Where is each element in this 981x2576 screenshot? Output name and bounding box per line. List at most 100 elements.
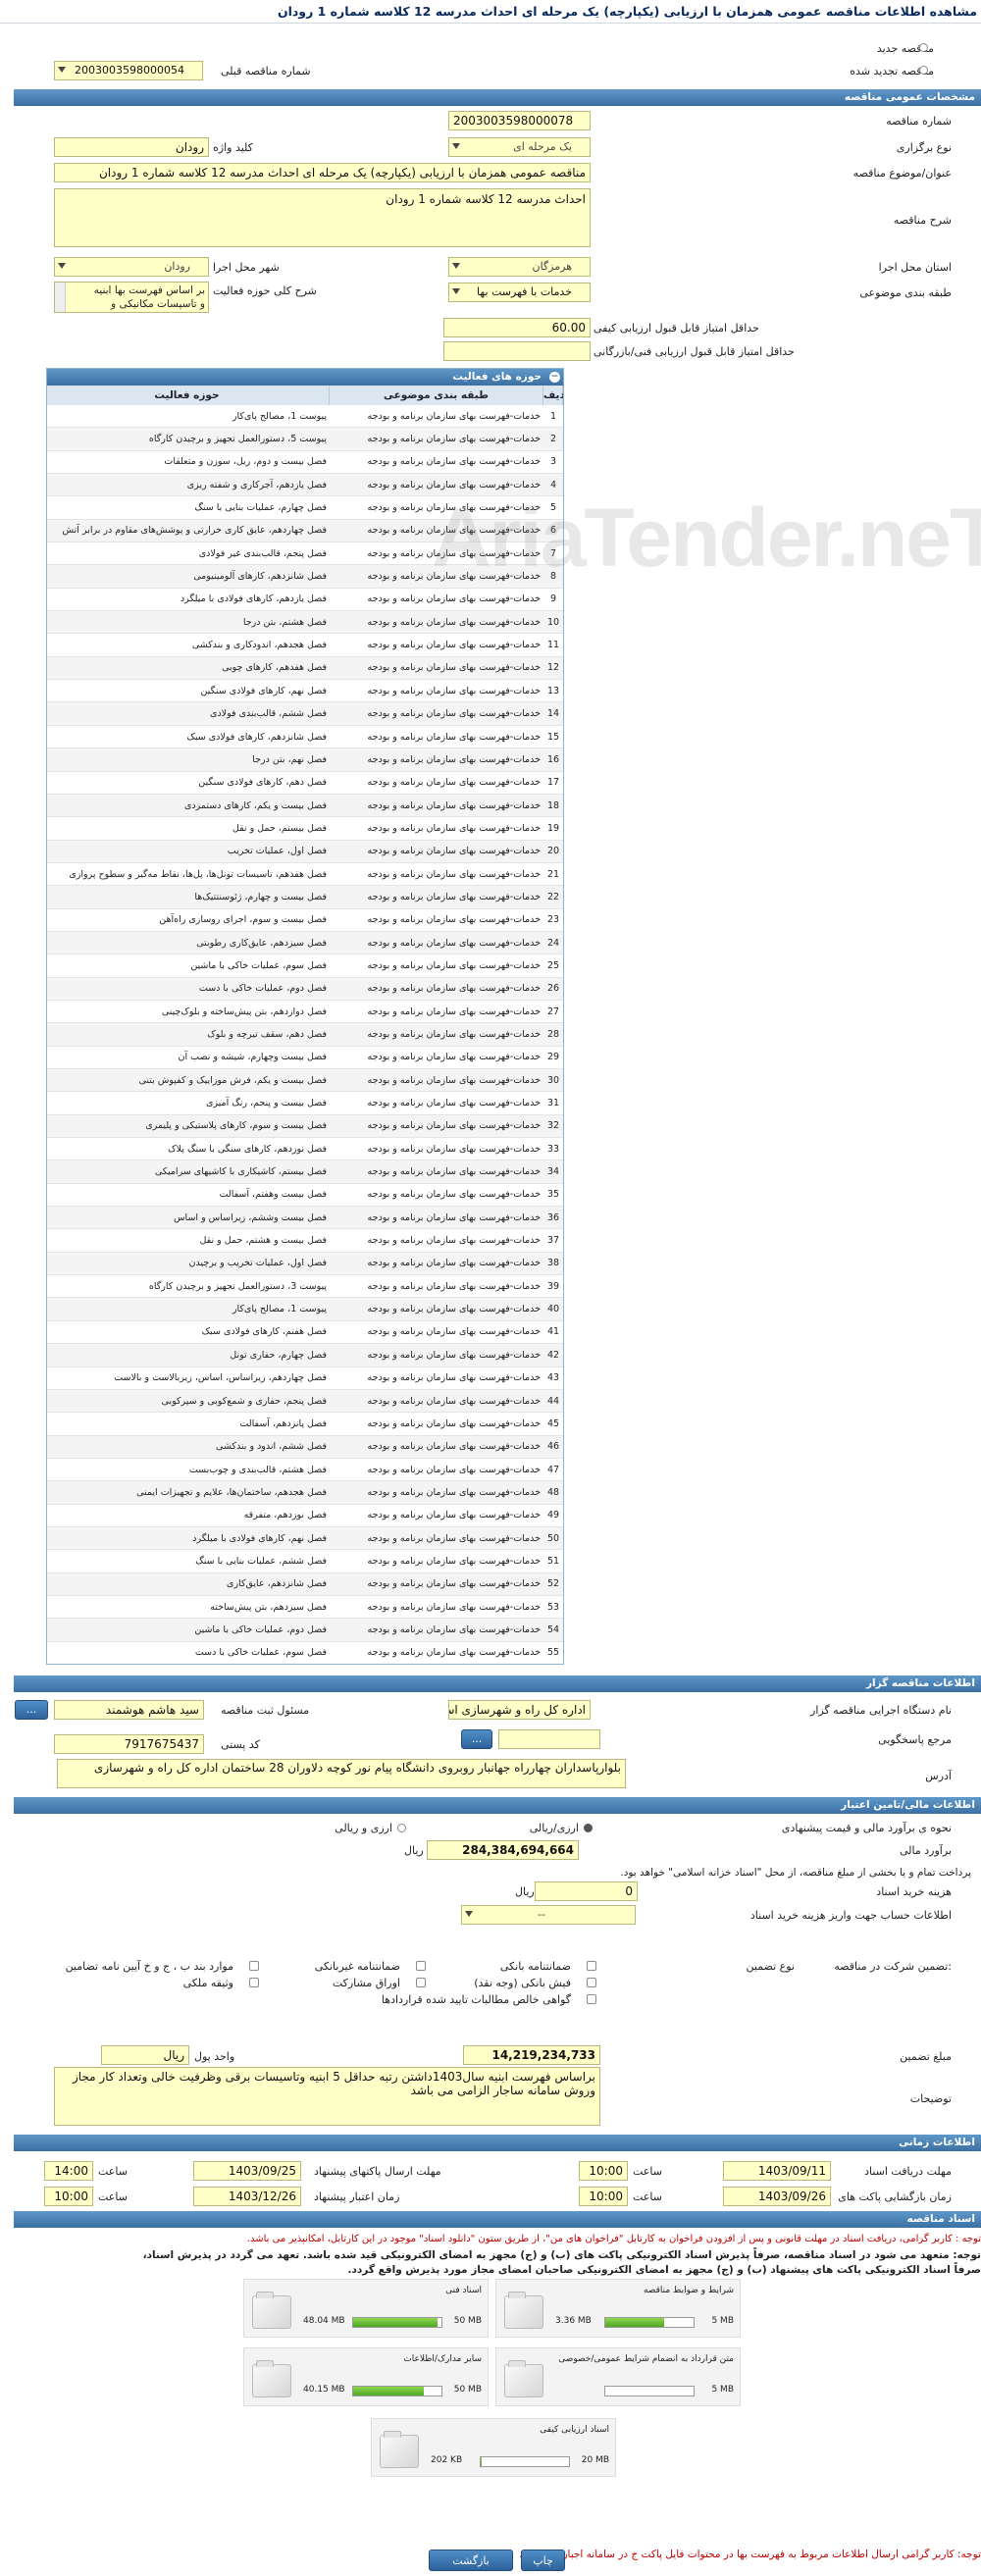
province-select[interactable]: هرمزگان	[448, 257, 591, 277]
table-row: 18 خدمات-فهرست بهای سازمان برنامه و بودجه…	[47, 794, 563, 818]
g-receivable-check[interactable]	[587, 1994, 596, 2004]
ref-field[interactable]	[498, 1729, 600, 1749]
row-number: 40	[546, 1304, 560, 1315]
more-button[interactable]: ...	[15, 1700, 48, 1720]
amount-field[interactable]: 14,219,234,733	[463, 2045, 600, 2065]
city-select[interactable]: رودان	[54, 257, 209, 277]
scope-listbox[interactable]: بر اساس فهرست بها ابنیه و تاسیسات مکانیک…	[54, 282, 209, 313]
scope-scrollbar[interactable]	[55, 283, 66, 312]
prev-tender-select[interactable]: 2003003598000054	[54, 61, 203, 80]
receive-time[interactable]: 10:00	[579, 2161, 628, 2181]
document-name: سایر مدارک/اطلاعات	[403, 2354, 482, 2364]
valid-date[interactable]: 1403/12/26	[193, 2187, 301, 2206]
g-cheque-label: فیش بانکی (وجه نقد)	[474, 1977, 571, 1989]
table-row: 2 خدمات-فهرست بهای سازمان برنامه و بودجه پ…	[47, 428, 563, 451]
keyword-field[interactable]: رودان	[54, 137, 209, 157]
document-file-card[interactable]: شرایط و ضوابط مناقصه 5 MB 3.36 MB	[495, 2279, 741, 2338]
table-row: 36 خدمات-فهرست بهای سازمان برنامه و بودجه…	[47, 1207, 563, 1230]
table-row: 39 خدمات-فهرست بهای سازمان برنامه و بودجه…	[47, 1275, 563, 1299]
row-classification: خدمات-فهرست بهای سازمان برنامه و بودجه	[367, 822, 541, 834]
section-documents: اسناد مناقصه	[14, 2211, 981, 2228]
table-row: 29 خدمات-فهرست بهای سازمان برنامه و بودجه…	[47, 1047, 563, 1070]
min-score-field[interactable]: 60.00	[443, 318, 591, 337]
receive-date[interactable]: 1403/09/11	[723, 2161, 831, 2181]
row-classification: خدمات-فهرست بهای سازمان برنامه و بودجه	[367, 1304, 541, 1315]
table-row: 55 خدمات-فهرست بهای سازمان برنامه و بودجه…	[47, 1642, 563, 1664]
row-number: 55	[546, 1647, 560, 1659]
row-activity-field: فصل پنجم، قالب‌بندی غیر فولادی	[198, 547, 327, 559]
print-button[interactable]: چاپ	[521, 2550, 565, 2571]
fin-desc-field[interactable]: براساس فهرست ابنیه سال1403داشتن رتبه حدا…	[54, 2067, 600, 2126]
opt-fx-radio[interactable]	[397, 1824, 406, 1832]
account-select[interactable]: --	[461, 1905, 636, 1925]
row-number: 9	[549, 593, 557, 605]
submit-date[interactable]: 1403/09/25	[193, 2161, 301, 2181]
row-activity-field: فصل نوزدهم، کارهای سنگی با سنگ پلاک	[168, 1143, 327, 1155]
collapse-icon[interactable]: −	[549, 372, 560, 383]
back-button[interactable]: بازگشت	[429, 2550, 513, 2571]
row-number: 43	[546, 1372, 560, 1384]
g-cheque-check[interactable]	[587, 1978, 596, 1987]
row-activity-field: فصل نهم، کارهای فولادی با میلگرد	[192, 1532, 327, 1544]
row-classification: خدمات-فهرست بهای سازمان برنامه و بودجه	[367, 616, 541, 628]
tender-no-field[interactable]: 2003003598000078	[448, 111, 591, 130]
row-classification: خدمات-فهرست بهای سازمان برنامه و بودجه	[367, 1028, 541, 1040]
row-activity-field: فصل شانزدهم، عایق‌کاری	[227, 1578, 327, 1590]
row-classification: خدمات-فهرست بهای سازمان برنامه و بودجه	[367, 868, 541, 880]
g-items-check[interactable]	[249, 1961, 259, 1971]
unit-label: واحد پول	[194, 2050, 235, 2063]
row-classification: خدمات-فهرست بهای سازمان برنامه و بودجه	[367, 1074, 541, 1086]
document-size-bar	[604, 2386, 695, 2396]
document-file-card[interactable]: متن قرارداد به انضمام شرایط عمومی/خصوصی 5…	[495, 2347, 741, 2406]
section-financial: اطلاعات مالی/تامین اعتبار	[14, 1797, 981, 1814]
row-activity-field: پیوست 1، مصالح پای‌کار	[232, 1304, 327, 1315]
open-time[interactable]: 10:00	[579, 2187, 628, 2206]
desc-field[interactable]: احداث مدرسه 12 کلاسه شماره 1 رودان	[54, 188, 591, 247]
ref-more-button[interactable]: ...	[461, 1729, 492, 1749]
min-tech-field[interactable]	[443, 341, 591, 361]
open-date[interactable]: 1403/09/26	[723, 2187, 831, 2206]
subject-field[interactable]: مناقصه عمومی همزمان با ارزیابی (یکپارچه)…	[54, 163, 591, 182]
postal-field[interactable]: 7917675437	[54, 1734, 204, 1754]
doc-note-2: توجه: متعهد می شود در اسناد مناقصه، صرفا…	[142, 2249, 981, 2261]
doc-note-1: توجه : کاربر گرامی، دریافت اسناد در مهلت…	[246, 2234, 981, 2244]
method-label: نحوه ی برآورد مالی و قیمت پیشنهادی	[781, 1822, 952, 1834]
type-select[interactable]: یک مرحله ای	[448, 137, 591, 157]
document-file-card[interactable]: اسناد ارزیابی کیفی 20 MB 202 KB	[371, 2418, 616, 2477]
row-classification: خدمات-فهرست بهای سازمان برنامه و بودجه	[367, 1120, 541, 1132]
document-file-card[interactable]: سایر مدارک/اطلاعات 50 MB 40.15 MB	[243, 2347, 489, 2406]
valid-time[interactable]: 10:00	[44, 2187, 93, 2206]
doc-cost-field[interactable]: 0	[535, 1881, 638, 1901]
category-select[interactable]: خدمات با فهرست بها	[448, 283, 591, 302]
table-row: 49 خدمات-فهرست بهای سازمان برنامه و بودجه…	[47, 1505, 563, 1527]
document-max-size: 50 MB	[453, 2385, 482, 2395]
table-row: 45 خدمات-فهرست بهای سازمان برنامه و بودجه…	[47, 1413, 563, 1436]
row-activity-field: فصل بیستم، حمل و نقل	[232, 822, 327, 834]
opt-rial-radio[interactable]	[584, 1824, 593, 1832]
row-number: 35	[546, 1189, 560, 1201]
g-bonds-check[interactable]	[416, 1978, 426, 1987]
document-name: اسناد فنی	[445, 2286, 482, 2295]
row-activity-field: فصل چهارم، حفاری تونل	[230, 1349, 327, 1361]
subject-label: عنوان/موضوع مناقصه	[852, 167, 952, 180]
resp-field[interactable]: سید هاشم هوشمند	[54, 1700, 204, 1720]
row-number: 23	[546, 914, 560, 926]
table-row: 46 خدمات-فهرست بهای سازمان برنامه و بودجه…	[47, 1435, 563, 1459]
org-field[interactable]: اداره کل راه و شهرسازی استان هرمزگان	[448, 1700, 591, 1720]
receive-label: مهلت دریافت اسناد	[864, 2165, 952, 2178]
estimate-field[interactable]: 284,384,694,664	[427, 1840, 579, 1860]
g-property-check[interactable]	[249, 1978, 259, 1987]
g-bank-check[interactable]	[587, 1961, 596, 1971]
address-field[interactable]: بلوارپاسداران چهارراه جهانبار روبروی دان…	[57, 1759, 626, 1788]
row-classification: خدمات-فهرست بهای سازمان برنامه و بودجه	[367, 1395, 541, 1407]
document-file-card[interactable]: اسناد فنی 50 MB 48.04 MB	[243, 2279, 489, 2338]
radio-renewed[interactable]	[919, 66, 928, 75]
radio-new[interactable]	[919, 43, 928, 52]
table-row: 54 خدمات-فهرست بهای سازمان برنامه و بودجه…	[47, 1619, 563, 1642]
g-nonbank-check[interactable]	[416, 1961, 426, 1971]
row-number: 15	[546, 731, 560, 743]
unit-field[interactable]: ریال	[101, 2045, 189, 2065]
table-row: 14 خدمات-فهرست بهای سازمان برنامه و بودجه…	[47, 702, 563, 726]
activity-table-body: 1 خدمات-فهرست بهای سازمان برنامه و بودجه پ…	[47, 405, 563, 1664]
submit-time[interactable]: 14:00	[44, 2161, 93, 2181]
